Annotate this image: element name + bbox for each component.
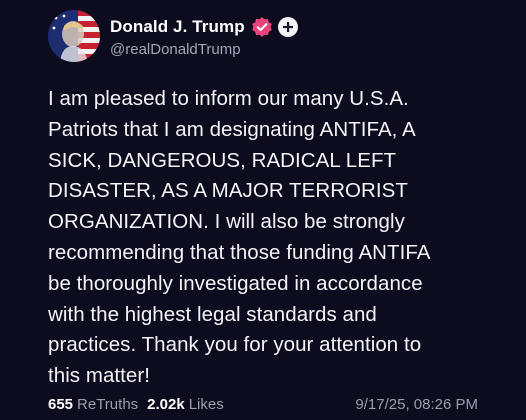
post-header: Donald J. Trump @realDonaldTrump [48, 10, 298, 62]
author-avatar[interactable] [48, 10, 100, 62]
post-text: I am pleased to inform our many U.S.A. P… [48, 87, 431, 388]
author-names: Donald J. Trump @realDonaldTrump [110, 15, 298, 58]
likes-count: 2.02k [147, 395, 185, 413]
plus-icon [282, 21, 293, 32]
avatar-image [48, 10, 100, 62]
retruths-count: 655 [48, 395, 74, 413]
retruths-stat[interactable]: 655 ReTruths [48, 396, 138, 413]
post-footer: 655 ReTruths 2.02k Likes 9/17/25, 08:26 PM [48, 393, 478, 415]
author-name-row: Donald J. Trump [110, 15, 298, 39]
verified-badge-icon [251, 16, 273, 38]
author-handle[interactable]: @realDonaldTrump [110, 41, 298, 58]
retruths-label: ReTruths [77, 395, 139, 413]
post-timestamp[interactable]: 9/17/25, 08:26 PM [355, 396, 478, 413]
likes-label: Likes [188, 395, 224, 413]
post-card: Donald J. Trump @realDonaldTrump I am pl… [0, 0, 526, 420]
author-display-name[interactable]: Donald J. Trump [110, 17, 245, 37]
likes-stat[interactable]: 2.02k Likes [147, 396, 224, 413]
follow-button[interactable] [277, 16, 298, 37]
